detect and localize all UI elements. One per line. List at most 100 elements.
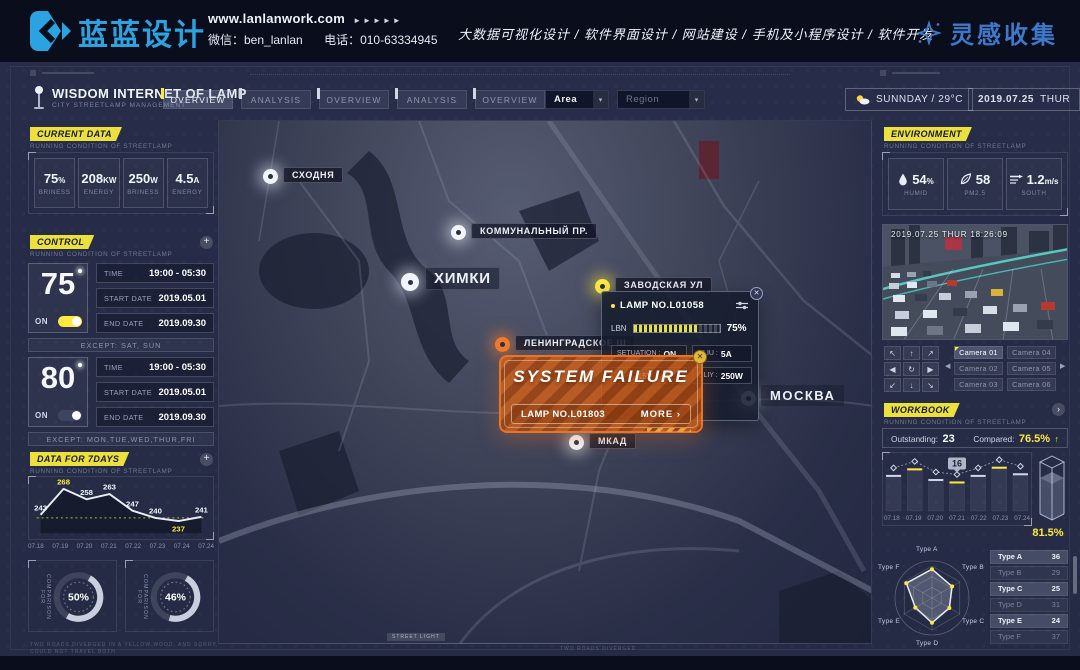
svg-text:46%: 46% [165,592,186,603]
axis-tick-label: 07.20 [77,543,93,550]
except-days-2: EXCEPT: MON,TUE,WED,THUR,FRI [28,432,214,446]
workbook-bar-chart: 16 [883,453,1031,513]
end-date-row[interactable]: END DATE2019.09.30 [96,313,214,333]
type-c-row[interactable]: Type C25 [990,582,1068,596]
stat-energy-kw: 208KW ENERGY [78,158,119,208]
weather-widget: SUNNDAY / 29°C [845,88,973,111]
inspiration-collect[interactable]: 灵感收集 [916,15,1058,50]
axis-tick-label: 07.23 [150,543,166,550]
leaf-icon [960,173,972,185]
outstanding-value: 23 [943,433,955,445]
type-radar: Type A Type B Type C Type D Type E Type … [880,546,984,648]
map-label-moskva: МОСКВА [761,385,844,406]
radar-chart [880,546,984,648]
tab-analysis-1[interactable]: ANALYSIS [241,90,311,109]
tab-overview-2[interactable]: OVERVIEW [319,90,389,109]
type-b-row[interactable]: Type B29 [990,566,1068,580]
pan-down-left-button[interactable]: ↙ [884,378,901,392]
time-row[interactable]: TIME19:00 - 05:30 [96,357,214,377]
close-icon[interactable]: ✕ [693,350,707,364]
data7-badge: DATA FOR 7DAYS [30,452,129,466]
environment-stats: 54% HUMID 58 PM2.5 1.2 [882,152,1068,216]
brightness-bar[interactable] [633,324,721,333]
camera-05-button[interactable]: Camera 05 [1007,362,1056,375]
camera-04-button[interactable]: Camera 04 [1007,346,1056,359]
camera-01-button[interactable]: Camera 01 [954,346,1003,359]
prism-percent: 81.5% [1028,527,1068,539]
lanlan-logo-icon [26,9,72,53]
sliders-icon[interactable] [735,301,749,310]
comparison-gauge-1: COMPARISON FOR 50% [28,560,117,632]
tab-analysis-2[interactable]: ANALYSIS [397,90,467,109]
lamp-toggle-1[interactable] [58,316,82,327]
dim-level-value: 80 [29,360,87,396]
close-icon[interactable]: ✕ [750,287,763,300]
line-chart: 243268258263247240237241 [29,477,213,539]
svg-text:241: 241 [195,506,209,515]
camera-dpad: ↖ ↑ ↗ ◀ ↻ ▶ ↙ ↓ ↘ [884,346,939,392]
tab-overview-1[interactable]: OVERVIEW [163,90,233,109]
pan-up-left-button[interactable]: ↖ [884,346,901,360]
header-tabs: OVERVIEW ANALYSIS OVERVIEW ANALYSIS OVER… [163,90,545,109]
camera-03-button[interactable]: Camera 03 [954,378,1003,391]
pan-down-button[interactable]: ↓ [903,378,920,392]
map-pin-leningradskoe[interactable] [495,337,510,352]
pan-down-right-button[interactable]: ↘ [922,378,939,392]
map-pin-kommunalny[interactable] [451,225,466,240]
map-pin-khimki[interactable] [401,273,419,291]
bottom-bar [0,656,1080,670]
scrollbar-thumb[interactable] [1073,556,1077,594]
compared-value: 76.5% [1019,433,1050,445]
comparison-gauge-2: COMPARISON FOR 46% [125,560,214,632]
footer-micro-text: TWO ROADS DIVERGED IN A YELLOW WOOD, AND… [30,642,217,648]
map-pin-skhodnya[interactable] [263,169,278,184]
type-f-row[interactable]: Type F37 [990,630,1068,644]
type-d-row[interactable]: Type D31 [990,598,1068,612]
map-label-mkad: МКАД [589,433,636,449]
outstanding-label: Outstanding: [891,434,938,444]
refresh-button[interactable]: ↻ [903,362,920,376]
data7-expand-button[interactable]: + [200,453,213,466]
type-a-row[interactable]: Type A36 [990,550,1068,564]
pan-right-button[interactable]: ▶ [922,362,939,376]
city-map[interactable]: СХОДНЯ КОММУНАЛЬНЫЙ ПР. ХИМКИ ЗАВОДСКАЯ … [218,120,872,644]
type-e-row[interactable]: Type E24 [990,614,1068,628]
on-label: ON [35,317,48,326]
map-label-khimki: ХИМКИ [425,267,500,290]
current-data-badge: CURRENT DATA [30,127,122,141]
camera-buttons: Camera 01 Camera 04 Camera 02 Camera 05 … [954,346,1056,391]
stat-wind: 1.2m/s SOUTH [1006,158,1062,210]
axis-tick-label: 07.22 [971,515,987,522]
camera-06-button[interactable]: Camera 06 [1007,378,1056,391]
lbn-label: LBN [611,324,627,333]
more-button[interactable]: MORE › [641,409,681,420]
lamp-toggle-2[interactable] [58,410,82,421]
pan-up-right-button[interactable]: ↗ [922,346,939,360]
region-select[interactable]: Region ▾ [617,90,705,109]
prism-gauge [1036,452,1068,524]
control-add-button[interactable]: + [200,236,213,249]
deco-chip [42,72,94,74]
logo-text: 蓝蓝设计 [78,10,206,54]
website-link[interactable]: www.lanlanwork.com [208,11,345,26]
time-row[interactable]: TIME19:00 - 05:30 [96,263,214,283]
tab-overview-3[interactable]: OVERVIEW [475,90,545,109]
stat-energy-a: 4.5A ENERGY [167,158,208,208]
axis-tick-label: 07.21 [101,543,117,550]
workbook-more-button[interactable]: › [1052,403,1065,416]
map-pin-mkad[interactable] [569,435,584,450]
axis-tick-label: 07.24 [174,543,190,550]
area-select[interactable]: Area ▾ [545,90,609,109]
camera-list-next-icon[interactable]: ▶ [1060,362,1065,370]
axis-tick-label: 07.19 [906,515,922,522]
sun-cloud-icon [855,94,870,105]
start-date-row[interactable]: START DATE2019.05.01 [96,288,214,308]
camera-list-prev-icon[interactable]: ◀ [945,362,950,370]
camera-feed[interactable]: 2019.07.25 THUR 18:26:09 [882,224,1068,340]
pan-up-button[interactable]: ↑ [903,346,920,360]
end-date-row[interactable]: END DATE2019.09.30 [96,407,214,427]
start-date-row[interactable]: START DATE2019.05.01 [96,382,214,402]
pan-left-button[interactable]: ◀ [884,362,901,376]
except-days-1: EXCEPT: SAT, SUN [28,338,214,352]
camera-02-button[interactable]: Camera 02 [954,362,1003,375]
